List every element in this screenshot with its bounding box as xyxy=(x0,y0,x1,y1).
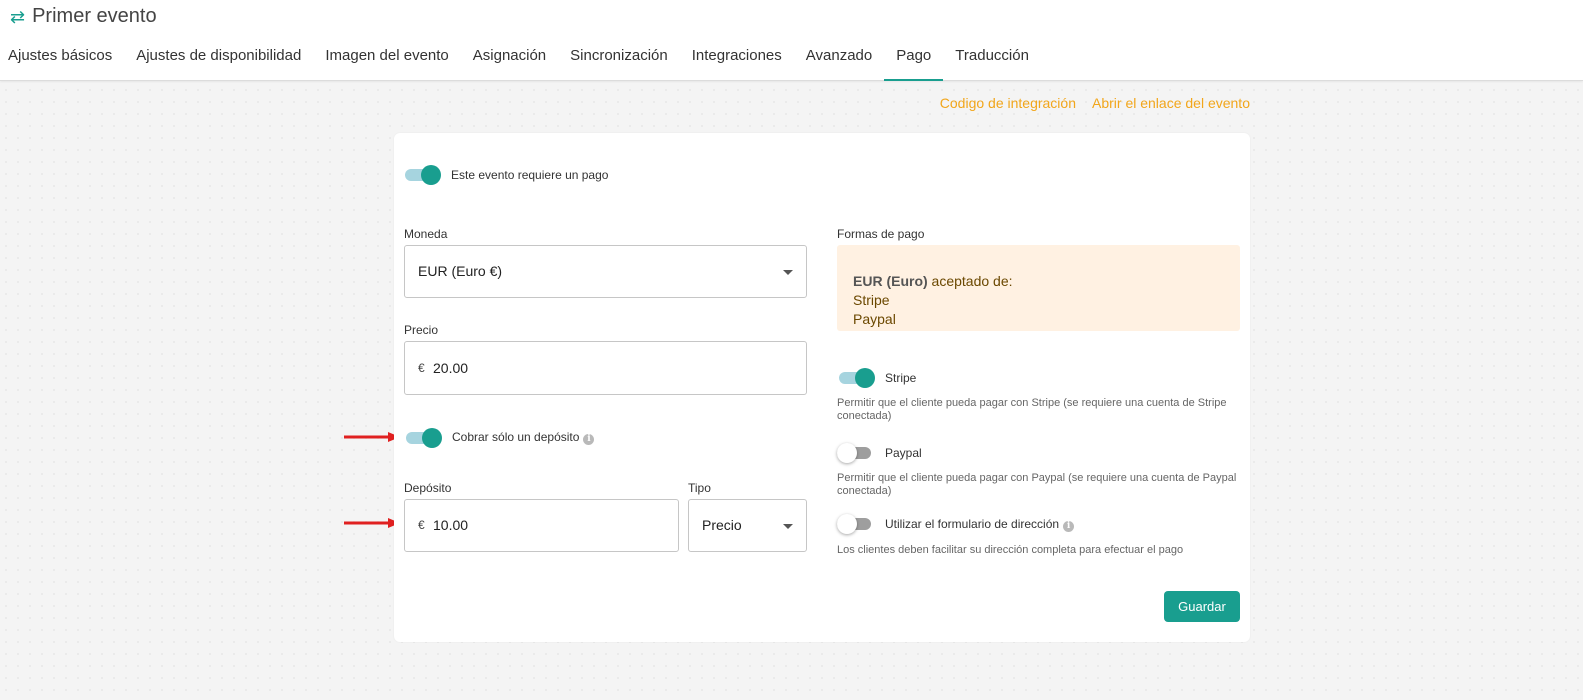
open-event-link[interactable]: Abrir el enlace del evento xyxy=(1092,95,1250,111)
price-value: 20.00 xyxy=(433,360,469,376)
paypal-toggle[interactable] xyxy=(837,443,873,463)
euro-prefix: € xyxy=(418,518,425,532)
stripe-toggle[interactable] xyxy=(839,368,875,388)
deposit-label: Depósito xyxy=(404,481,452,495)
tab-sincronizacion[interactable]: Sincronización xyxy=(558,37,680,81)
price-input[interactable]: € 20.00 xyxy=(404,341,807,395)
info-icon[interactable]: i xyxy=(1063,521,1075,532)
address-form-help: Los clientes deben facilitar su direcció… xyxy=(837,544,1184,556)
tab-pago[interactable]: Pago xyxy=(884,37,944,81)
accepted-currency-name: EUR (Euro) xyxy=(853,273,928,289)
chevron-down-icon xyxy=(783,524,793,529)
paypal-label: Paypal xyxy=(885,446,922,460)
currency-value: EUR (Euro €) xyxy=(418,263,503,279)
title-row: ⇄ Primer evento xyxy=(10,5,157,28)
annotation-arrow-deposit-field xyxy=(344,518,400,528)
payment-methods-label: Formas de pago xyxy=(837,227,925,241)
accepted-text: aceptado de: xyxy=(927,273,1013,289)
tab-ajustes-disponibilidad[interactable]: Ajustes de disponibilidad xyxy=(124,37,313,81)
tab-traduccion[interactable]: Traducción xyxy=(943,37,1041,81)
info-icon[interactable]: i xyxy=(583,434,595,445)
tab-ajustes-basicos[interactable]: Ajustes básicos xyxy=(0,37,124,81)
tab-imagen-evento[interactable]: Imagen del evento xyxy=(313,37,460,81)
save-button[interactable]: Guardar xyxy=(1164,591,1240,622)
requires-payment-toggle[interactable] xyxy=(405,165,441,185)
tab-integraciones[interactable]: Integraciones xyxy=(680,37,794,81)
deposit-only-label-row: Cobrar sólo un depósito i xyxy=(452,430,595,445)
annotation-arrow-deposit-toggle xyxy=(344,432,400,442)
top-links: Codigo de integración Abrir el enlace de… xyxy=(940,95,1250,111)
stripe-help: Permitir que el cliente pueda pagar con … xyxy=(837,397,1227,422)
address-form-label-row: Utilizar el formulario de dirección i xyxy=(885,517,1075,532)
price-label: Precio xyxy=(404,323,439,337)
type-label: Tipo xyxy=(688,481,711,495)
embed-code-link[interactable]: Codigo de integración xyxy=(940,95,1076,111)
deposit-value: 10.00 xyxy=(433,517,469,533)
chevron-down-icon xyxy=(783,270,793,275)
accepted-provider-paypal: Paypal xyxy=(853,311,896,327)
stripe-label: Stripe xyxy=(885,371,917,385)
paypal-help: Permitir que el cliente pueda pagar con … xyxy=(837,472,1237,497)
currency-select[interactable]: EUR (Euro €) xyxy=(404,245,807,298)
euro-prefix: € xyxy=(418,361,425,375)
page-title: Primer evento xyxy=(32,5,157,27)
tab-bar: Ajustes básicos Ajustes de disponibilida… xyxy=(0,37,1041,81)
deposit-input[interactable]: € 10.00 xyxy=(404,499,679,552)
payment-settings-card: Este evento requiere un pago Moneda EUR … xyxy=(394,133,1250,642)
swap-arrows-icon[interactable]: ⇄ xyxy=(10,8,25,26)
tab-asignacion[interactable]: Asignación xyxy=(461,37,558,81)
currency-label: Moneda xyxy=(404,227,448,241)
requires-payment-label: Este evento requiere un pago xyxy=(451,168,609,182)
tab-avanzado[interactable]: Avanzado xyxy=(794,37,884,81)
address-form-label: Utilizar el formulario de dirección xyxy=(885,517,1060,531)
deposit-only-label: Cobrar sólo un depósito xyxy=(452,430,580,444)
address-form-toggle[interactable] xyxy=(837,514,873,534)
type-select[interactable]: Precio xyxy=(688,499,807,552)
accepted-provider-stripe: Stripe xyxy=(853,292,890,308)
accepted-currency-box: EUR (Euro) aceptado de: Stripe Paypal xyxy=(837,245,1240,331)
accepted-currency-line: EUR (Euro) aceptado de: xyxy=(853,273,1013,289)
top-bar: ⇄ Primer evento Ajustes básicos Ajustes … xyxy=(0,0,1583,81)
type-value: Precio xyxy=(702,517,742,533)
deposit-only-toggle[interactable] xyxy=(406,428,442,448)
